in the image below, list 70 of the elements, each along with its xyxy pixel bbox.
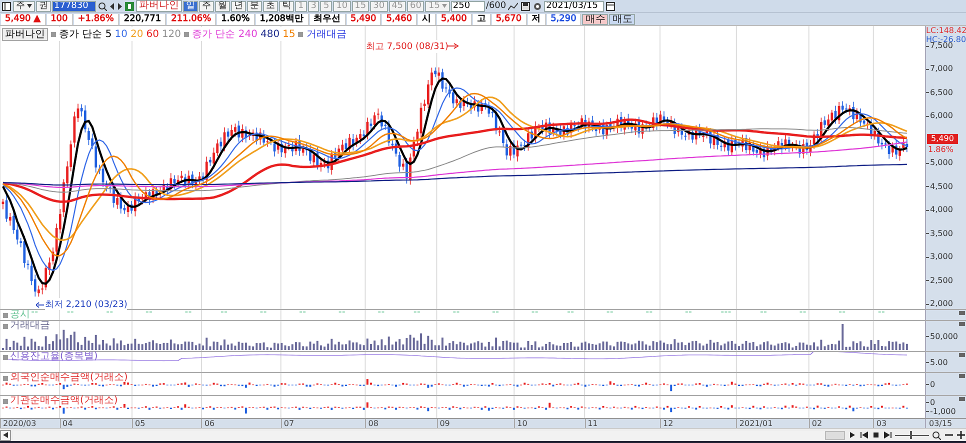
legend-item: 120: [162, 28, 182, 40]
legend-item: 종가 단순 240: [192, 28, 258, 41]
panel-title: 기관순매수금액(거래소): [10, 396, 118, 406]
low-price-label: 최저 2,210 (03/23): [45, 298, 128, 312]
order-button[interactable]: 매수: [582, 14, 608, 24]
axis-tick-label: 2,000: [930, 298, 953, 310]
date-axis-end-label: 03/15: [929, 419, 952, 428]
quote-value: 1,208백만: [256, 14, 309, 24]
stock-name: 파버나인: [136, 0, 182, 12]
axis-tick-label: 5.00: [930, 358, 948, 366]
quote-value: +1.86%: [74, 14, 119, 24]
market-dropdown[interactable]: 주: [13, 0, 35, 12]
axis-tick-label: 3,000: [930, 251, 953, 264]
legend-item: 20: [130, 28, 144, 40]
code-field[interactable]: 177830: [52, 0, 96, 12]
period-tab[interactable]: 년: [231, 0, 246, 12]
panel-title: 신용잔고율(종목별): [10, 352, 98, 362]
type-dropdown[interactable]: 권: [36, 0, 51, 12]
quote-value: 5,490: [346, 14, 382, 24]
axis-tick-label: 4,500: [930, 180, 953, 193]
axis-tick-label: 7,000: [930, 63, 953, 76]
period-tab[interactable]: 분: [247, 0, 262, 12]
high-price-label: 최고 7,500 (08/31): [366, 40, 448, 53]
lc-label: LC:148.42: [926, 26, 966, 35]
axis-tick-label: 6,500: [930, 86, 953, 99]
period-tab[interactable]: 초: [263, 0, 278, 12]
quote-value: 고: [472, 14, 491, 24]
axis-tick-label: 0: [930, 380, 936, 388]
axis-tick-label: 7,500: [930, 41, 953, 52]
period-tab[interactable]: 주: [199, 0, 214, 12]
legend-item: 480: [260, 28, 280, 40]
axis-tick-label: 2,500: [930, 274, 953, 287]
legend-item: 10: [114, 28, 128, 40]
current-rate-label: 1.86%: [928, 145, 954, 154]
quote-value: 211.06%: [167, 14, 216, 24]
quote-value: 저: [528, 14, 546, 24]
count-field[interactable]: 250: [450, 0, 485, 12]
current-price-tag: 5,490: [927, 134, 958, 144]
axis-tick-label: 3,500: [930, 228, 953, 240]
legend-stock-label: 파버나인: [2, 28, 48, 40]
axis-tick-label: 50,000: [930, 332, 958, 340]
order-button[interactable]: 매도: [609, 14, 636, 24]
period-tab[interactable]: 월: [215, 0, 230, 12]
quote-value: 5,290: [546, 14, 582, 24]
panel-title: 거래대금: [10, 321, 50, 331]
quote-value: 5,460: [382, 14, 418, 24]
count-max: /600: [486, 1, 506, 11]
legend-item: 종가 단순 5: [59, 28, 112, 41]
panel-title: 공시: [10, 310, 30, 320]
period-tab[interactable]: 일: [183, 0, 198, 12]
axis-tick-label: 6,000: [930, 110, 953, 122]
axis-tick-label: -1,000: [930, 407, 956, 416]
period-tab[interactable]: 틱: [279, 0, 294, 12]
quote-value: 100: [46, 14, 73, 24]
axis-tick-label: 5,000: [930, 157, 953, 170]
quote-value: 1.60%: [217, 14, 255, 24]
quote-value: 5,670: [492, 14, 527, 24]
axis-tick-label: 0: [930, 398, 936, 407]
date-field[interactable]: 2021/03/15: [544, 0, 604, 12]
quote-value: 최우선: [310, 14, 346, 24]
hc-label: HC:-26.80: [926, 35, 966, 44]
legend-item: 60: [146, 28, 159, 40]
legend-item: 15: [282, 28, 296, 40]
legend-item: 거래대금: [306, 28, 346, 41]
axis-tick-label: 4,000: [930, 204, 953, 216]
quote-value: 시: [418, 14, 436, 24]
quote-value: 5,490 ▲: [1, 14, 46, 24]
quote-value: 220,771: [120, 14, 166, 24]
panel-title: 외국인순매수금액(거래소): [10, 373, 128, 383]
quote-value: 5,400: [437, 14, 472, 24]
